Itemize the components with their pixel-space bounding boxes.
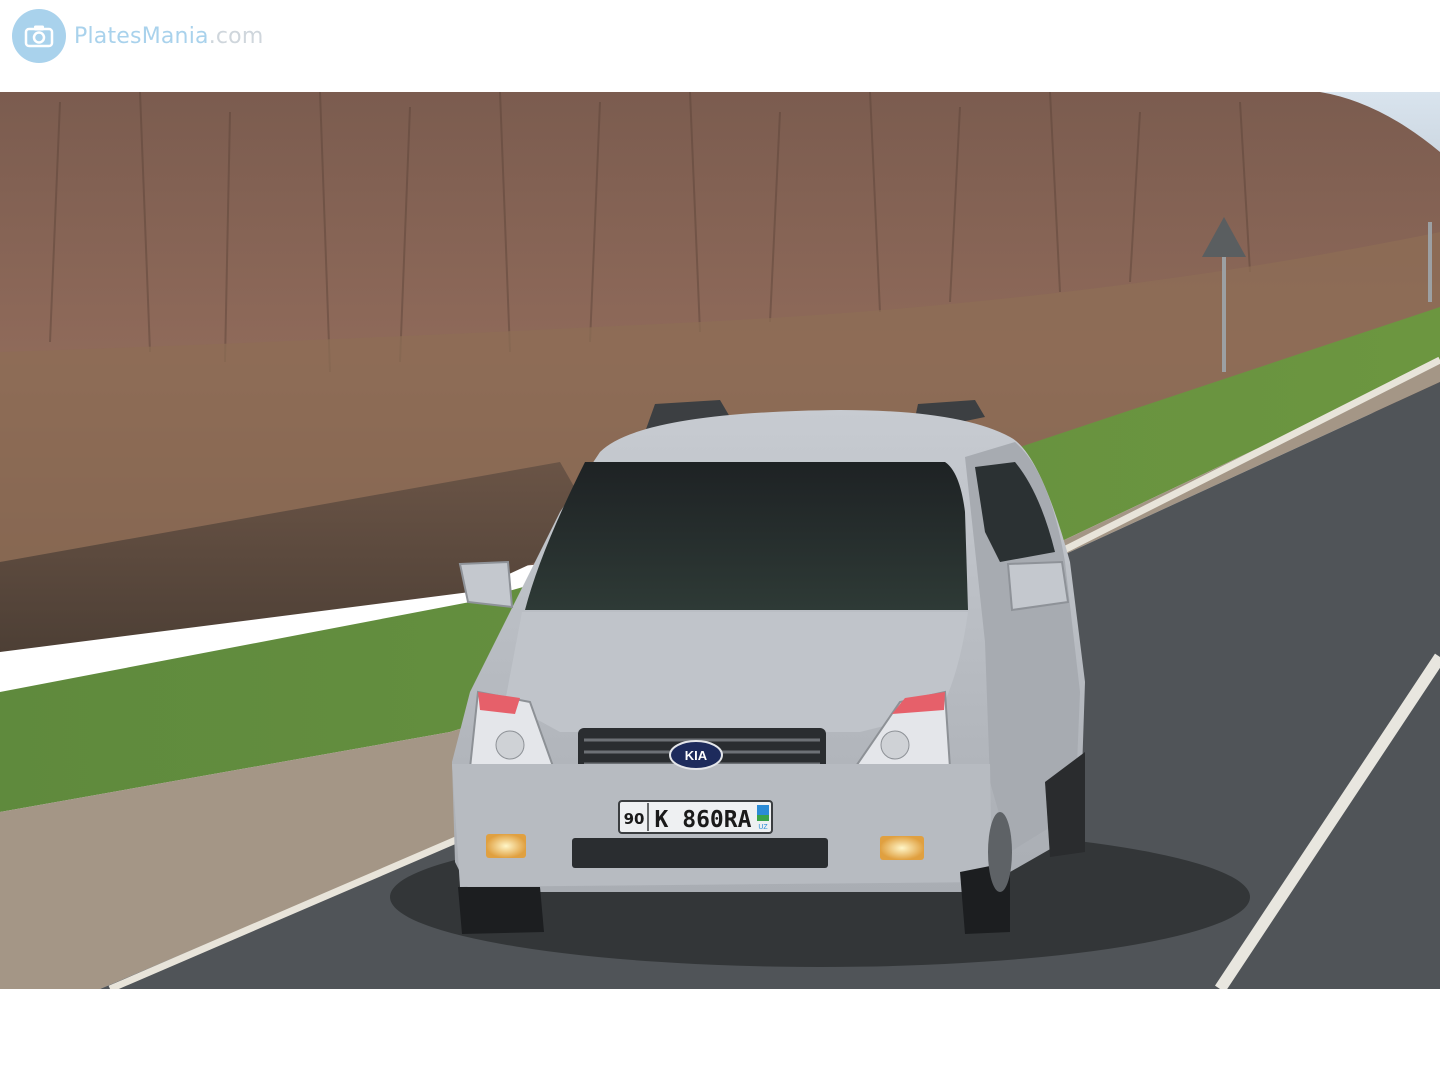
logo-wordmark: PlatesMania.com [74,24,263,49]
site-logo[interactable]: PlatesMania.com [12,9,263,63]
footer-blank [0,989,1440,1080]
vehicle-photo: KIA 90 K 860RA UZ [0,92,1440,989]
license-plate: 90 K 860RA UZ [618,800,773,834]
camera-icon [12,9,66,63]
plate-country: UZ [758,824,768,831]
logo-plates: Plates [74,23,142,49]
plate-region: 90 [624,810,645,828]
plate-number: K 860RA [655,807,752,833]
page: PlatesMania.com KIA 90 K 860RA UZ [0,0,1440,1080]
logo-mania: Mania [141,23,209,49]
logo-domain: .com [208,23,264,49]
kia-badge: KIA [669,740,723,770]
kia-badge-text: KIA [685,748,708,763]
